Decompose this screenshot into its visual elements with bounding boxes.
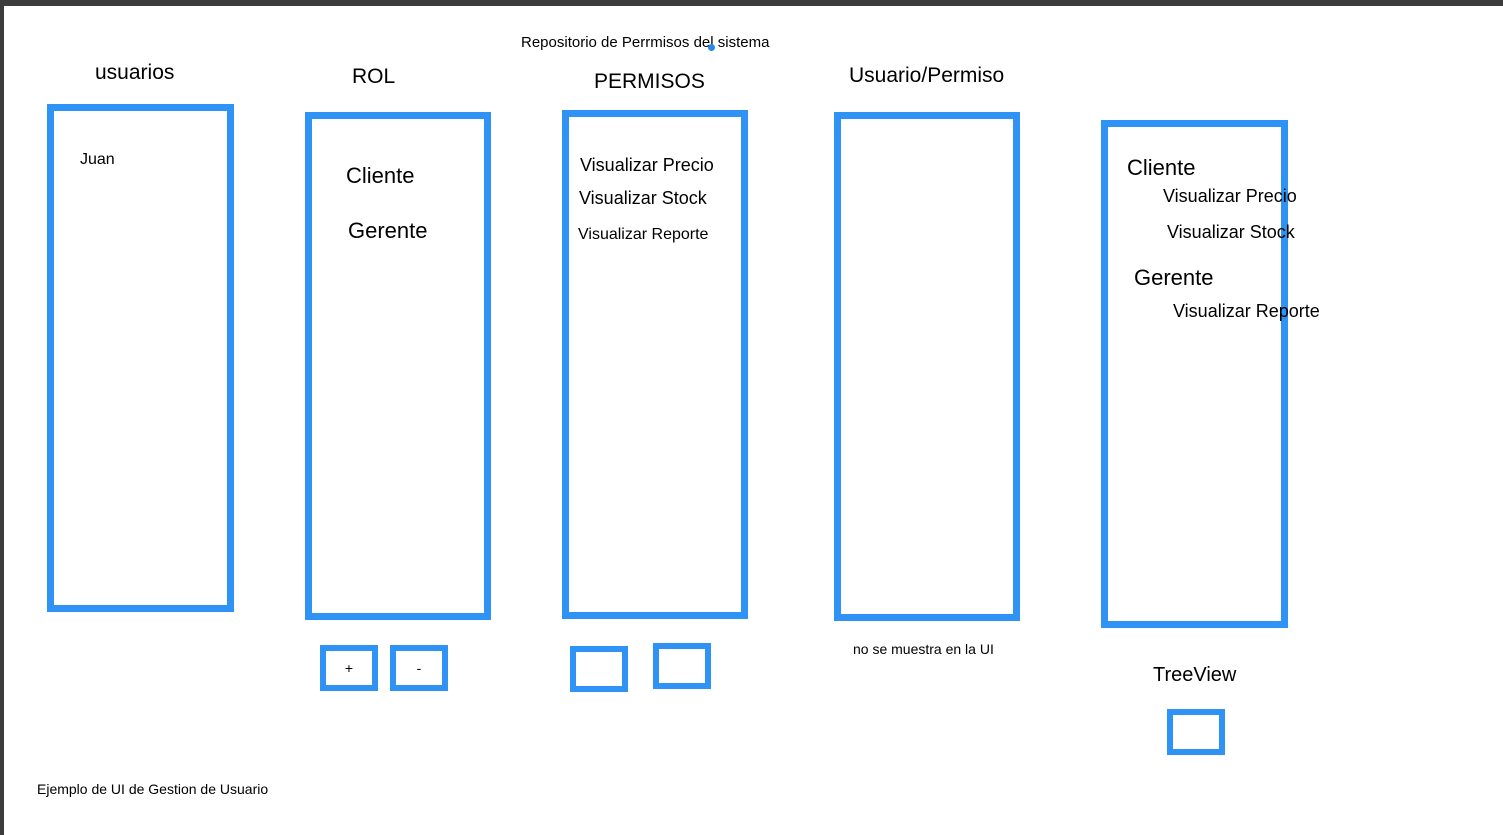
permisos-heading: PERMISOS bbox=[594, 70, 705, 93]
rol-list-item-cliente[interactable]: Cliente bbox=[346, 165, 414, 187]
permisos-action-button-1[interactable] bbox=[570, 646, 628, 692]
permisos-list-item-reporte[interactable]: Visualizar Reporte bbox=[578, 227, 708, 243]
tree-leaf-visualizar-stock[interactable]: Visualizar Stock bbox=[1167, 223, 1295, 241]
window-top-border bbox=[0, 0, 1503, 6]
wireframe-page: Repositorio de Perrmisos del sistema usu… bbox=[0, 0, 1503, 835]
tree-node-cliente[interactable]: Cliente bbox=[1127, 157, 1195, 179]
usuarios-list[interactable]: Juan bbox=[47, 104, 234, 612]
tree-leaf-visualizar-reporte[interactable]: Visualizar Reporte bbox=[1173, 302, 1320, 320]
tree-leaf-visualizar-precio[interactable]: Visualizar Precio bbox=[1163, 187, 1297, 205]
permisos-action-button-2[interactable] bbox=[653, 643, 711, 689]
usuarios-heading: usuarios bbox=[95, 61, 175, 84]
rol-list-item-gerente[interactable]: Gerente bbox=[348, 220, 428, 242]
permisos-list[interactable]: Visualizar Precio Visualizar Stock Visua… bbox=[562, 110, 748, 619]
usuario-permiso-list[interactable] bbox=[834, 112, 1020, 621]
add-rol-button[interactable]: + bbox=[320, 645, 378, 691]
usuario-permiso-heading: Usuario/Permiso bbox=[849, 64, 1005, 87]
page-title: Repositorio de Perrmisos del sistema bbox=[521, 34, 770, 51]
treeview-label: TreeView bbox=[1153, 664, 1237, 686]
rol-list[interactable]: Cliente Gerente bbox=[305, 112, 491, 620]
permisos-list-item-precio[interactable]: Visualizar Precio bbox=[580, 156, 714, 174]
remove-rol-button[interactable]: - bbox=[390, 645, 448, 691]
permisos-list-item-stock[interactable]: Visualizar Stock bbox=[579, 189, 707, 207]
rol-heading: ROL bbox=[352, 65, 396, 88]
usuarios-list-item[interactable]: Juan bbox=[80, 152, 115, 168]
tree-node-gerente[interactable]: Gerente bbox=[1134, 267, 1214, 289]
treeview-action-button[interactable] bbox=[1167, 709, 1225, 755]
usuario-permiso-note: no se muestra en la UI bbox=[853, 641, 994, 657]
window-left-border bbox=[0, 6, 4, 835]
cursor-dot-icon bbox=[708, 44, 715, 51]
footer-caption: Ejemplo de UI de Gestion de Usuario bbox=[37, 781, 269, 797]
